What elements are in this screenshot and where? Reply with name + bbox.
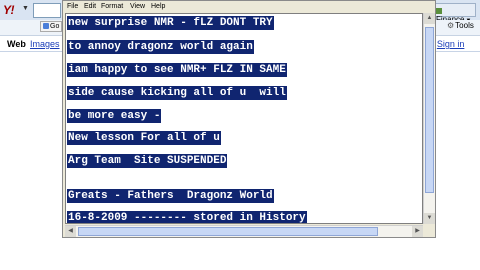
menu-help[interactable]: Help xyxy=(151,3,165,10)
tab-images[interactable]: Images xyxy=(30,39,60,49)
horizontal-scrollbar[interactable]: ◀ ▶ xyxy=(65,225,423,237)
text-line: Greats - Fathers Dragonz World xyxy=(67,189,274,203)
gear-icon: ⚙ xyxy=(447,21,455,30)
text-line: to annoy dragonz world again xyxy=(67,40,254,54)
scroll-down-icon[interactable]: ▼ xyxy=(424,213,435,224)
scroll-thumb[interactable] xyxy=(425,27,434,193)
yahoo-logo[interactable]: Y! xyxy=(3,3,15,17)
tools-menu[interactable]: ⚙Tools xyxy=(447,21,474,30)
chevron-down-icon[interactable]: ▼ xyxy=(22,5,29,12)
vertical-scrollbar[interactable]: ▲ ▼ xyxy=(423,13,435,224)
text-line: be more easy - xyxy=(67,109,162,123)
menu-file[interactable]: File xyxy=(67,3,78,10)
text-line: iam happy to see NMR+ FLZ IN SAME xyxy=(67,63,287,77)
scroll-right-icon[interactable]: ▶ xyxy=(412,226,423,237)
finance-icon xyxy=(436,7,442,14)
go-label: Go xyxy=(50,23,60,30)
scroll-up-icon[interactable]: ▲ xyxy=(424,13,435,24)
menu-format[interactable]: Format xyxy=(101,3,123,10)
tab-web[interactable]: Web xyxy=(7,39,26,49)
go-button[interactable]: Go xyxy=(40,21,62,32)
scroll-thumb[interactable] xyxy=(78,227,378,236)
search-input[interactable] xyxy=(33,3,61,18)
notepad-window: File Edit Format View Help new surprise … xyxy=(62,0,436,238)
text-line: New lesson For all of u xyxy=(67,131,221,145)
finance-button[interactable]: Finance▼ xyxy=(432,3,476,24)
resize-grip[interactable] xyxy=(423,225,435,237)
text-line: Arg Team Site SUSPENDED xyxy=(67,154,228,168)
menu-edit[interactable]: Edit xyxy=(84,3,96,10)
sign-in-link-area: | Sign in xyxy=(432,39,464,49)
tools-label: Tools xyxy=(455,21,474,30)
go-icon xyxy=(43,23,49,30)
text-editor[interactable]: new surprise NMR - fLZ DONT TRY to annoy… xyxy=(65,13,423,224)
text-line: new surprise NMR - fLZ DONT TRY xyxy=(67,16,274,30)
text-line: 16-8-2009 -------- stored in History xyxy=(67,211,307,224)
sign-in-link[interactable]: Sign in xyxy=(437,39,465,49)
menu-view[interactable]: View xyxy=(130,3,145,10)
scroll-left-icon[interactable]: ◀ xyxy=(65,226,76,237)
menu-bar: File Edit Format View Help xyxy=(63,1,435,13)
text-line: side cause kicking all of u will xyxy=(67,86,287,100)
